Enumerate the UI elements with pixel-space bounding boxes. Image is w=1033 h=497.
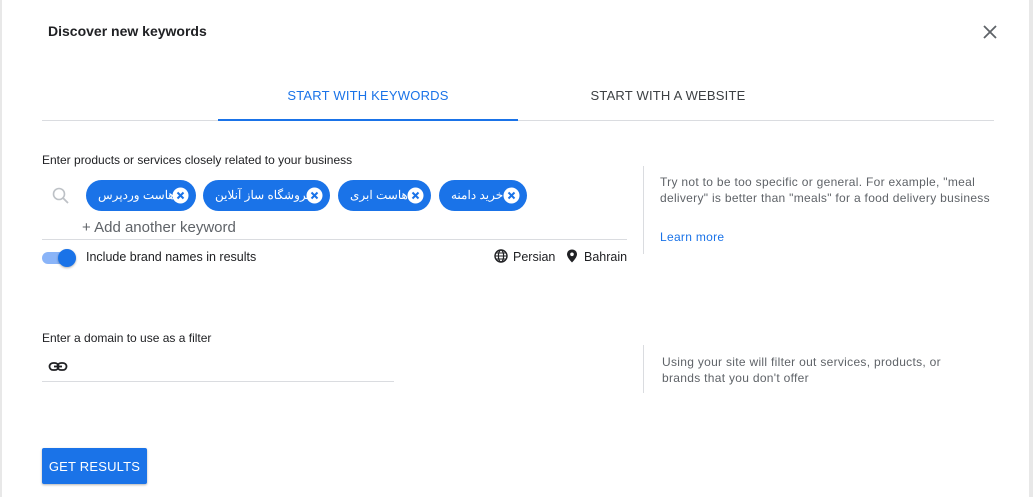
close-button[interactable] — [979, 21, 1001, 43]
help-divider — [643, 166, 644, 254]
tab-start-with-keywords[interactable]: START WITH KEYWORDS — [218, 78, 518, 121]
window-frame-left — [0, 0, 2, 497]
brand-names-toggle[interactable] — [42, 249, 78, 267]
domain-input[interactable] — [76, 354, 398, 380]
keywords-help-text: Try not to be too specific or general. F… — [660, 175, 990, 205]
domain-help-text: Using your site will filter out services… — [662, 355, 941, 385]
remove-chip-icon[interactable] — [172, 187, 189, 204]
add-keyword-input[interactable]: + Add another keyword — [82, 219, 236, 236]
get-results-button[interactable]: GET RESULTS — [42, 448, 147, 484]
tab-label: START WITH A WEBSITE — [590, 88, 746, 103]
keyword-chip: خرید دامنه — [439, 180, 527, 211]
brand-names-label: Include brand names in results — [86, 250, 257, 264]
link-icon — [48, 362, 68, 371]
chip-label: هاست ابری — [350, 188, 408, 202]
chip-label: فروشگاه ساز آنلاین — [215, 188, 313, 202]
keywords-label: Enter products or services closely relat… — [42, 153, 353, 167]
toggle-knob — [58, 249, 76, 267]
tab-label: START WITH KEYWORDS — [287, 88, 449, 103]
dialog-title: Discover new keywords — [48, 23, 207, 39]
remove-chip-icon[interactable] — [407, 187, 424, 204]
help-divider — [643, 345, 644, 393]
chip-label: هاست وردپرس — [98, 188, 175, 202]
location-label: Bahrain — [584, 250, 628, 264]
keyword-chip: هاست وردپرس — [86, 180, 196, 211]
learn-more-link[interactable]: Learn more — [660, 230, 724, 244]
chip-label: خرید دامنه — [451, 188, 504, 202]
tab-start-with-website[interactable]: START WITH A WEBSITE — [518, 78, 818, 120]
globe-icon — [494, 249, 508, 263]
active-tab-indicator — [218, 119, 518, 121]
window-frame-right — [1029, 0, 1033, 497]
tab-bar: START WITH KEYWORDS START WITH A WEBSITE — [42, 78, 994, 121]
keyword-input-underline — [42, 239, 627, 240]
domain-input-underline — [42, 381, 394, 382]
close-icon — [983, 25, 997, 39]
location-pin-icon — [567, 249, 577, 263]
search-icon — [52, 187, 69, 204]
keyword-chip: هاست ابری — [338, 180, 431, 211]
domain-label: Enter a domain to use as a filter — [42, 331, 212, 345]
remove-chip-icon[interactable] — [306, 187, 323, 204]
remove-chip-icon[interactable] — [503, 187, 520, 204]
keyword-chip: فروشگاه ساز آنلاین — [203, 180, 330, 211]
language-label: Persian — [513, 250, 556, 264]
